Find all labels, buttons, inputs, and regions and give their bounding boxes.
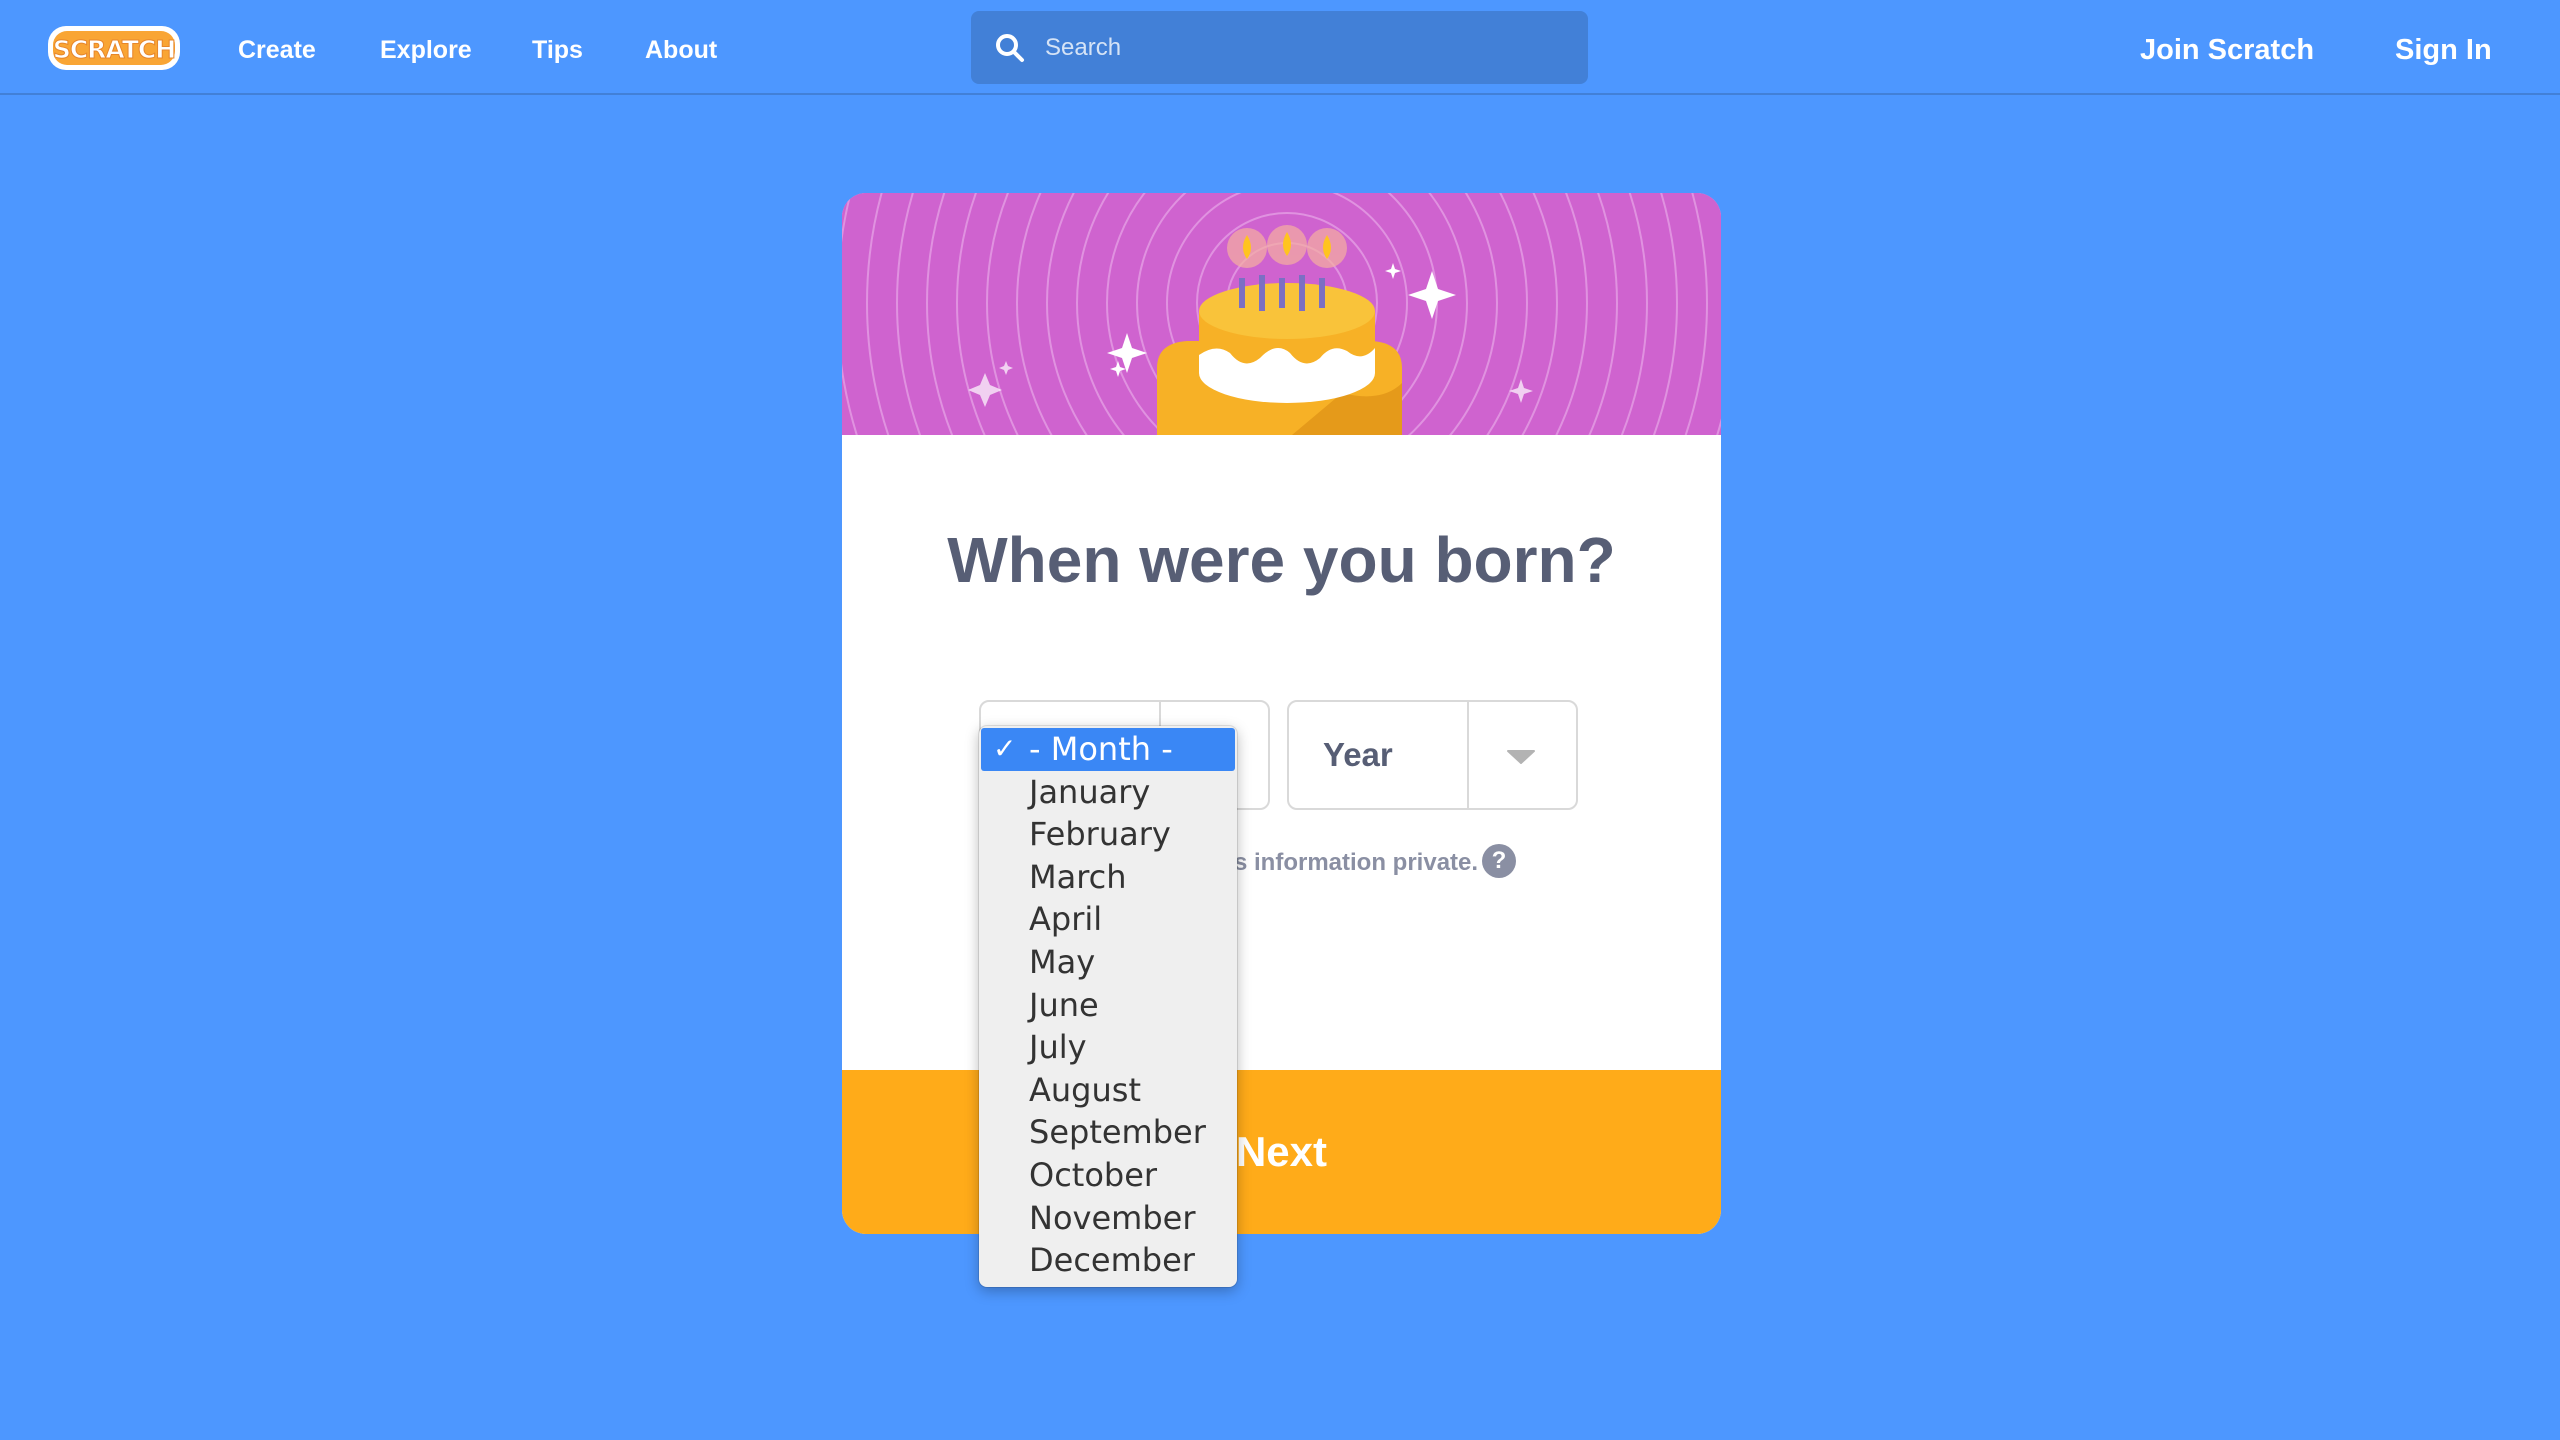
- nav-about[interactable]: About: [645, 30, 717, 70]
- join-scratch-link[interactable]: Join Scratch: [2140, 30, 2314, 70]
- nav-tips[interactable]: Tips: [532, 30, 583, 70]
- nav-explore[interactable]: Explore: [380, 30, 472, 70]
- next-button[interactable]: Next: [842, 1070, 1721, 1234]
- month-option-march[interactable]: March: [979, 856, 1237, 899]
- month-option-september[interactable]: September: [979, 1111, 1237, 1154]
- sign-in-link[interactable]: Sign In: [2395, 30, 2492, 70]
- top-navbar: SCRATCH Create Explore Tips About Join S…: [0, 0, 2560, 95]
- nav-create[interactable]: Create: [238, 30, 316, 70]
- year-select-label: Year: [1323, 736, 1393, 773]
- select-divider: [1467, 702, 1469, 808]
- svg-text:SCRATCH: SCRATCH: [53, 35, 175, 64]
- help-icon[interactable]: ?: [1482, 844, 1516, 878]
- month-option-july[interactable]: July: [979, 1026, 1237, 1069]
- next-button-label: Next: [1235, 1128, 1328, 1175]
- birthday-cake-illustration: [842, 193, 1721, 435]
- month-option-may[interactable]: May: [979, 941, 1237, 984]
- month-option-january[interactable]: January: [979, 771, 1237, 814]
- month-dropdown-menu: ✓ - Month - January February March April…: [979, 726, 1237, 1287]
- month-option-october[interactable]: October: [979, 1154, 1237, 1197]
- search-bar: [971, 11, 1588, 84]
- year-select[interactable]: Year: [1287, 700, 1578, 810]
- search-icon: [996, 34, 1024, 62]
- month-option-november[interactable]: November: [979, 1197, 1237, 1240]
- month-option-august[interactable]: August: [979, 1069, 1237, 1112]
- birthdate-card: When were you born? Year s information p…: [842, 193, 1721, 1234]
- month-option-label: - Month -: [1029, 730, 1173, 768]
- month-option-february[interactable]: February: [979, 813, 1237, 856]
- month-option-placeholder[interactable]: ✓ - Month -: [981, 728, 1235, 771]
- search-input[interactable]: [1045, 11, 1565, 84]
- page-title: When were you born?: [947, 524, 1616, 596]
- month-option-april[interactable]: April: [979, 898, 1237, 941]
- month-option-june[interactable]: June: [979, 984, 1237, 1027]
- privacy-note: s information private.: [1234, 849, 1479, 876]
- chevron-down-icon: [1507, 750, 1535, 764]
- checkmark-icon: ✓: [993, 732, 1017, 765]
- scratch-logo[interactable]: SCRATCH: [46, 23, 182, 73]
- month-option-december[interactable]: December: [979, 1239, 1237, 1282]
